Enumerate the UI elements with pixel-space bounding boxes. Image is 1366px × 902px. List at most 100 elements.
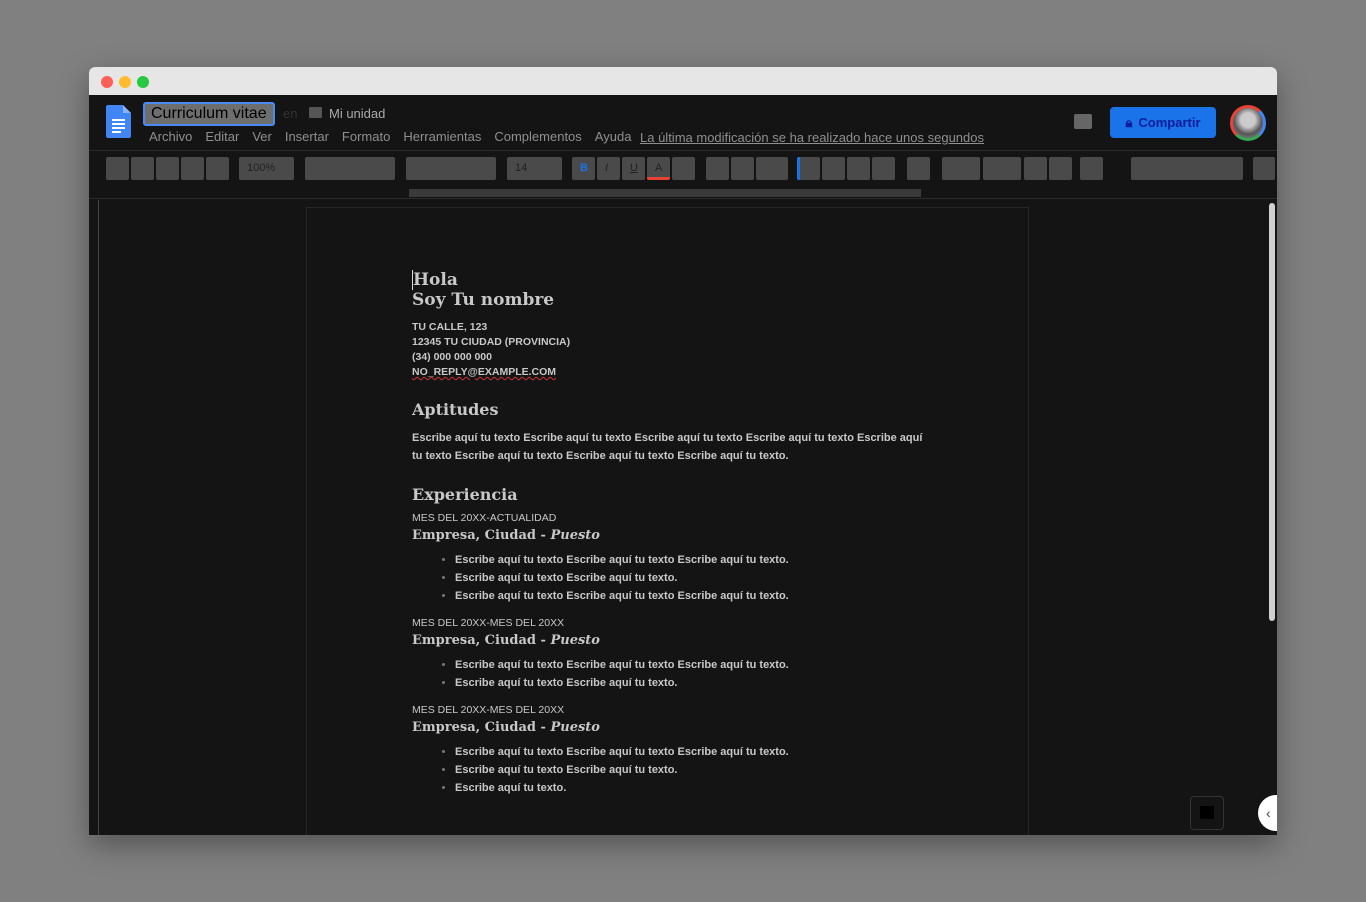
list-item: Escribe aquí tu texto Escribe aquí tu te… bbox=[455, 551, 932, 569]
toolbar: 100% 14 B I U A bbox=[89, 150, 1277, 188]
link-icon[interactable] bbox=[706, 157, 729, 180]
folder-icon[interactable] bbox=[309, 107, 322, 118]
job-role: Puesto bbox=[550, 528, 600, 543]
share-label: Compartir bbox=[1138, 115, 1201, 130]
job-dates: MES DEL 20XX-ACTUALIDAD bbox=[412, 512, 557, 524]
last-modified-link[interactable]: La última modificación se ha realizado h… bbox=[640, 130, 984, 145]
skills-heading: Aptitudes bbox=[412, 400, 499, 419]
job-bullets: Escribe aquí tu texto Escribe aquí tu te… bbox=[455, 743, 932, 797]
horizontal-ruler[interactable] bbox=[89, 187, 1277, 199]
side-panel-toggle[interactable]: ‹ bbox=[1258, 795, 1277, 831]
spellcheck-icon[interactable] bbox=[181, 157, 204, 180]
contact-email: NO_REPLY@EXAMPLE.COM bbox=[412, 366, 557, 378]
collapse-menu-icon[interactable] bbox=[1253, 157, 1275, 180]
menu-ver[interactable]: Ver bbox=[252, 129, 272, 144]
job-dates: MES DEL 20XX-MES DEL 20XX bbox=[412, 617, 565, 629]
job-separator: - bbox=[536, 720, 551, 735]
explore-button[interactable] bbox=[1190, 796, 1224, 830]
font-select[interactable] bbox=[406, 157, 496, 180]
vertical-scrollbar[interactable] bbox=[1269, 203, 1275, 621]
job-entry: MES DEL 20XX-MES DEL 20XX Empresa, Ciuda… bbox=[412, 617, 932, 692]
document-content[interactable]: Hola Soy Tu nombre TU CALLE, 123 12345 T… bbox=[412, 270, 932, 797]
docs-header: Curriculum vitae en Mi unidad Archivo Ed… bbox=[89, 95, 1277, 150]
list-item: Escribe aquí tu texto Escribe aquí tu te… bbox=[455, 743, 932, 761]
job-title: Empresa, Ciudad - Puesto bbox=[412, 528, 932, 543]
job-company: Empresa, Ciudad bbox=[412, 720, 537, 735]
menu-archivo[interactable]: Archivo bbox=[149, 129, 192, 144]
job-role: Puesto bbox=[550, 720, 600, 735]
decrease-indent-icon[interactable] bbox=[1024, 157, 1047, 180]
align-right-icon[interactable] bbox=[847, 157, 870, 180]
job-title: Empresa, Ciudad - Puesto bbox=[412, 720, 932, 735]
bulleted-list-icon[interactable] bbox=[983, 157, 1021, 180]
docs-logo-icon[interactable] bbox=[106, 105, 131, 138]
greeting-heading: Hola bbox=[412, 270, 932, 290]
font-size-select[interactable]: 14 bbox=[507, 157, 562, 180]
editing-mode-select[interactable] bbox=[1131, 157, 1243, 180]
menu-ayuda[interactable]: Ayuda bbox=[595, 129, 632, 144]
job-title: Empresa, Ciudad - Puesto bbox=[412, 633, 932, 648]
contact-address: TU CALLE, 123 bbox=[412, 321, 488, 333]
share-button[interactable]: 🔒︎ Compartir bbox=[1110, 107, 1216, 138]
job-role: Puesto bbox=[550, 633, 600, 648]
menu-insertar[interactable]: Insertar bbox=[285, 129, 329, 144]
clear-formatting-icon[interactable] bbox=[1080, 157, 1103, 180]
folder-location-link[interactable]: Mi unidad bbox=[329, 106, 385, 121]
job-company: Empresa, Ciudad bbox=[412, 633, 537, 648]
style-select[interactable] bbox=[305, 157, 395, 180]
italic-button[interactable]: I bbox=[597, 157, 620, 180]
list-item: Escribe aquí tu texto Escribe aquí tu te… bbox=[455, 656, 932, 674]
underline-button[interactable]: U bbox=[622, 157, 645, 180]
menu-formato[interactable]: Formato bbox=[342, 129, 390, 144]
insert-image-icon[interactable] bbox=[756, 157, 788, 180]
job-separator: - bbox=[536, 633, 551, 648]
job-entry: MES DEL 20XX-ACTUALIDAD Empresa, Ciudad … bbox=[412, 512, 932, 605]
vertical-ruler[interactable] bbox=[89, 200, 99, 835]
ruler-margin-area bbox=[409, 189, 921, 197]
job-entry: MES DEL 20XX-MES DEL 20XX Empresa, Ciuda… bbox=[412, 704, 932, 797]
document-page[interactable]: Hola Soy Tu nombre TU CALLE, 123 12345 T… bbox=[306, 207, 1029, 835]
maximize-window-button[interactable] bbox=[137, 76, 149, 88]
zoom-select[interactable]: 100% bbox=[239, 157, 294, 180]
browser-window: Curriculum vitae en Mi unidad Archivo Ed… bbox=[89, 67, 1277, 835]
job-bullets: Escribe aquí tu texto Escribe aquí tu te… bbox=[455, 656, 932, 692]
skills-text: Escribe aquí tu texto Escribe aquí tu te… bbox=[412, 432, 923, 462]
bold-button[interactable]: B bbox=[572, 157, 595, 180]
insert-comment-icon[interactable] bbox=[731, 157, 754, 180]
document-title-input[interactable]: Curriculum vitae bbox=[143, 102, 275, 126]
justify-icon[interactable] bbox=[872, 157, 895, 180]
minimize-window-button[interactable] bbox=[119, 76, 131, 88]
job-dates: MES DEL 20XX-MES DEL 20XX bbox=[412, 704, 565, 716]
text-color-button[interactable]: A bbox=[647, 157, 670, 180]
redo-icon[interactable] bbox=[131, 157, 154, 180]
menu-herramientas[interactable]: Herramientas bbox=[403, 129, 481, 144]
lock-icon: 🔒︎ bbox=[1125, 114, 1133, 130]
menu-complementos[interactable]: Complementos bbox=[494, 129, 581, 144]
account-avatar[interactable] bbox=[1230, 105, 1266, 141]
close-window-button[interactable] bbox=[101, 76, 113, 88]
chevron-left-icon: ‹ bbox=[1266, 805, 1271, 821]
list-item: Escribe aquí tu texto Escribe aquí tu te… bbox=[455, 587, 932, 605]
print-icon[interactable] bbox=[156, 157, 179, 180]
list-item: Escribe aquí tu texto. bbox=[455, 779, 932, 797]
increase-indent-icon[interactable] bbox=[1049, 157, 1072, 180]
list-item: Escribe aquí tu texto Escribe aquí tu te… bbox=[455, 569, 932, 587]
align-left-icon[interactable] bbox=[797, 157, 820, 180]
line-spacing-icon[interactable] bbox=[907, 157, 930, 180]
explore-icon bbox=[1200, 806, 1214, 819]
numbered-list-icon[interactable] bbox=[942, 157, 980, 180]
comment-history-icon[interactable] bbox=[1074, 114, 1092, 129]
undo-icon[interactable] bbox=[106, 157, 129, 180]
menu-editar[interactable]: Editar bbox=[205, 129, 239, 144]
paint-format-icon[interactable] bbox=[206, 157, 229, 180]
list-item: Escribe aquí tu texto Escribe aquí tu te… bbox=[455, 674, 932, 692]
list-item: Escribe aquí tu texto Escribe aquí tu te… bbox=[455, 761, 932, 779]
contact-block: TU CALLE, 123 12345 TU CIUDAD (PROVINCIA… bbox=[412, 320, 932, 380]
experience-heading: Experiencia bbox=[412, 485, 518, 504]
contact-city: 12345 TU CIUDAD (PROVINCIA) bbox=[412, 336, 571, 348]
highlight-icon[interactable] bbox=[672, 157, 695, 180]
align-center-icon[interactable] bbox=[822, 157, 845, 180]
name-heading: Soy Tu nombre bbox=[412, 290, 555, 310]
title-en-label: en bbox=[283, 106, 298, 121]
job-separator: - bbox=[536, 528, 551, 543]
